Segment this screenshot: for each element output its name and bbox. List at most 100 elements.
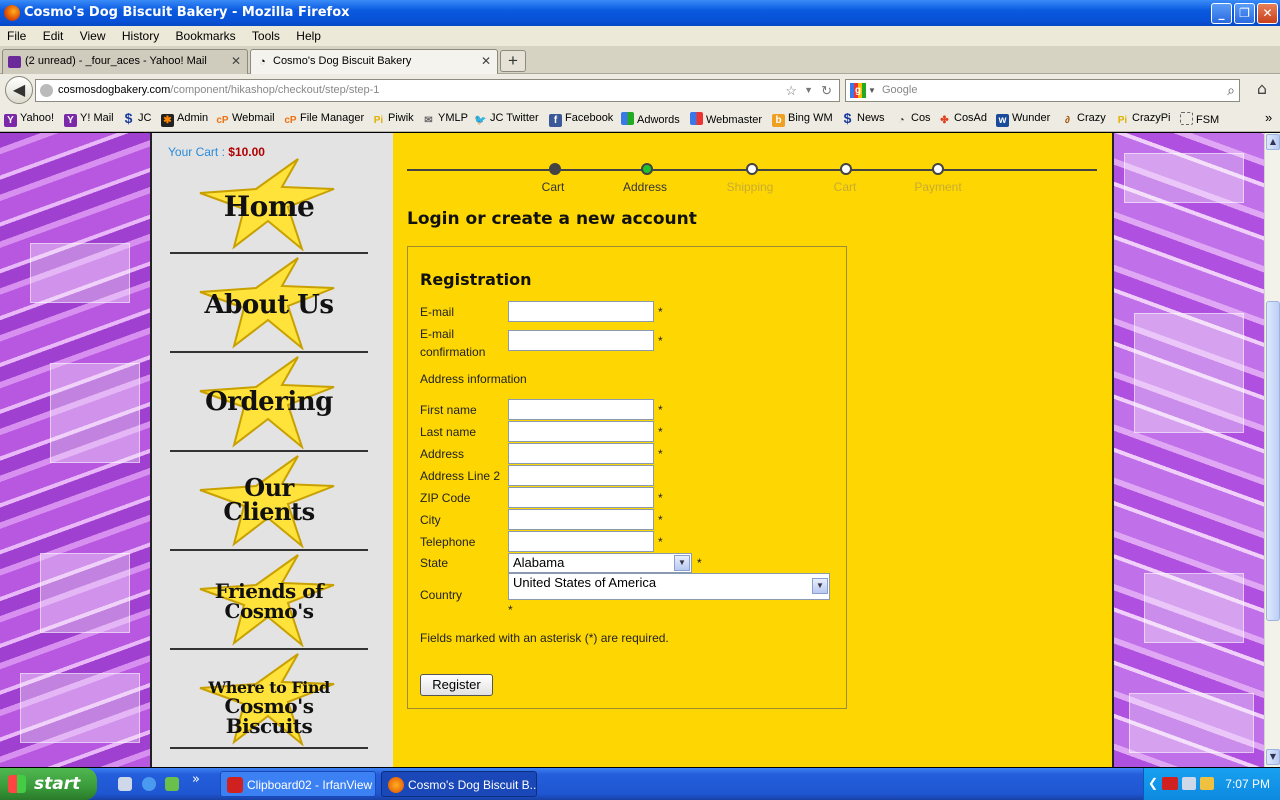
quicklaunch-app-icon[interactable] — [165, 777, 179, 791]
close-tab-icon[interactable]: ✕ — [481, 54, 491, 68]
first-name-field[interactable] — [508, 399, 654, 420]
nav-friends-of-cosmos[interactable]: Friends of Cosmo's — [170, 551, 368, 650]
bookmark-jc[interactable]: $ JC — [122, 111, 152, 125]
background-photo-left — [0, 133, 150, 767]
address-field[interactable] — [508, 443, 654, 464]
menu-file[interactable]: File — [0, 26, 32, 43]
city-field[interactable] — [508, 509, 654, 530]
page-content: Your Cart : $10.00 Home About Us Orderin… — [0, 133, 1264, 767]
close-window-button[interactable]: ✕ — [1257, 3, 1278, 24]
menu-edit[interactable]: Edit — [36, 26, 70, 43]
bookmark-wunder[interactable]: w Wunder — [996, 112, 1050, 127]
vertical-scrollbar[interactable]: ▲ ▼ — [1264, 133, 1280, 767]
start-button[interactable]: start — [0, 768, 97, 800]
bookmark-piwik[interactable]: Pi Piwik — [372, 112, 414, 127]
search-engine-dropdown-icon[interactable]: ▼ — [868, 80, 876, 101]
home-button[interactable]: ⌂ — [1250, 79, 1274, 101]
zip-field[interactable] — [508, 487, 654, 508]
internet-explorer-icon[interactable] — [142, 777, 156, 791]
back-button[interactable]: ◀ — [5, 76, 33, 104]
nav-our-clients[interactable]: Our Clients — [170, 452, 368, 551]
menu-help[interactable]: Help — [289, 26, 327, 43]
required-mark: * — [658, 425, 663, 439]
bookmark-yahoo[interactable]: Y Yahoo! — [4, 112, 54, 127]
bookmark-admin[interactable]: ✱ Admin — [161, 112, 208, 127]
nav-where-to-find[interactable]: Where to Find Cosmo's Biscuits — [170, 650, 368, 749]
last-name-field[interactable] — [508, 421, 654, 442]
system-tray: ❮ 7:07 PM — [1143, 768, 1280, 800]
scroll-up-button[interactable]: ▲ — [1266, 134, 1280, 150]
menu-tools[interactable]: Tools — [245, 26, 286, 43]
new-tab-button[interactable]: + — [500, 50, 526, 72]
bookmark-ymlp[interactable]: ✉ YMLP — [422, 112, 468, 127]
country-select[interactable]: United States of America ▼ — [508, 573, 830, 600]
google-icon — [690, 112, 703, 125]
nav-about-us[interactable]: About Us — [170, 254, 368, 353]
taskbar-irfanview[interactable]: Clipboard02 - IrfanView — [220, 771, 376, 797]
bookmark-star-icon[interactable]: ☆ — [785, 80, 797, 101]
scroll-down-button[interactable]: ▼ — [1266, 749, 1280, 765]
bookmark-ymail[interactable]: Y Y! Mail — [64, 112, 114, 127]
menu-view[interactable]: View — [73, 26, 112, 43]
bookmark-jc-twitter[interactable]: 🐦 JC Twitter — [474, 112, 538, 127]
bookmark-crazypi[interactable]: Pi CrazyPi — [1116, 112, 1171, 127]
bookmarks-toolbar: Y Yahoo! Y Y! Mail $ JC ✱ Admin cP Webmail cP… — [0, 107, 1280, 132]
step-dot-cart-2 — [840, 163, 852, 175]
quicklaunch-more-button[interactable]: » — [192, 772, 200, 787]
tray-app-icon[interactable] — [1200, 777, 1214, 790]
bookmark-webmail[interactable]: cP Webmail — [216, 112, 274, 127]
show-desktop-icon[interactable] — [118, 777, 132, 791]
bookmark-bing-wm[interactable]: b Bing WM — [772, 112, 833, 127]
step-label-cart[interactable]: Cart — [513, 180, 593, 194]
dropdown-arrow-icon[interactable]: ▼ — [804, 80, 813, 101]
google-icon: g — [850, 83, 866, 98]
search-bar[interactable]: g ▼ Google ⌕ — [845, 79, 1240, 102]
nav-home[interactable]: Home — [170, 155, 368, 254]
minimize-button[interactable]: _ — [1211, 3, 1232, 24]
registration-heading: Registration — [420, 270, 532, 289]
url-bar[interactable]: cosmosdogbakery.com/component/hikashop/c… — [35, 79, 840, 102]
state-select[interactable]: Alabama ▼ — [508, 553, 692, 573]
joomla-icon: ✤ — [940, 115, 949, 126]
tab-yahoo-mail[interactable]: (2 unread) - _four_aces - Yahoo! Mail ✕ — [2, 49, 248, 74]
register-button[interactable]: Register — [420, 674, 493, 696]
address2-field[interactable] — [508, 465, 654, 486]
telephone-field[interactable] — [508, 531, 654, 552]
network-icon[interactable] — [1182, 777, 1196, 790]
bookmark-fsm[interactable]: FSM — [1180, 112, 1219, 126]
tab-cosmos-bakery[interactable]: ◔ Cosmo's Dog Biscuit Bakery ✕ — [250, 49, 498, 74]
reload-icon[interactable]: ↻ — [821, 80, 832, 101]
menu-history[interactable]: History — [115, 26, 165, 43]
bookmark-adwords[interactable]: Adwords — [621, 112, 680, 126]
ati-icon[interactable] — [1162, 777, 1178, 790]
bookmarks-more-button[interactable]: » — [1265, 110, 1272, 125]
bookmark-cos[interactable]: ◔ Cos — [895, 112, 930, 127]
nav-ordering[interactable]: Ordering — [170, 353, 368, 452]
menu-bookmarks[interactable]: Bookmarks — [169, 26, 242, 43]
bookmark-news[interactable]: $ News — [841, 110, 885, 126]
email-field[interactable] — [508, 301, 654, 322]
dollar-icon: $ — [843, 110, 852, 126]
tab-bar: (2 unread) - _four_aces - Yahoo! Mail ✕ … — [0, 46, 1280, 74]
bookmark-file-manager[interactable]: cP File Manager — [284, 112, 364, 127]
required-mark: * — [658, 513, 663, 527]
twitter-icon: 🐦 — [474, 115, 487, 126]
taskbar-firefox[interactable]: Cosmo's Dog Biscuit B... — [381, 771, 537, 797]
email-confirmation-field[interactable] — [508, 330, 654, 351]
search-icon[interactable]: ⌕ — [1227, 80, 1235, 101]
firefox-icon — [388, 777, 404, 793]
step-label-address[interactable]: Address — [605, 180, 685, 194]
maximize-button[interactable]: ❐ — [1234, 3, 1255, 24]
photo-card — [40, 553, 130, 633]
scroll-thumb[interactable] — [1266, 301, 1280, 621]
tray-expand-icon[interactable]: ❮ — [1148, 776, 1158, 790]
globe-icon — [40, 84, 53, 97]
bookmark-facebook[interactable]: f Facebook — [549, 112, 613, 127]
photo-card — [20, 673, 140, 743]
bookmark-crazy[interactable]: ∂ Crazy — [1061, 112, 1106, 127]
bookmark-cosad[interactable]: ✤ CosAd — [938, 112, 987, 127]
facebook-icon: f — [549, 114, 562, 127]
required-note: Fields marked with an asterisk (*) are r… — [420, 631, 669, 645]
bookmark-webmaster[interactable]: Webmaster — [690, 112, 762, 126]
close-tab-icon[interactable]: ✕ — [231, 54, 241, 68]
